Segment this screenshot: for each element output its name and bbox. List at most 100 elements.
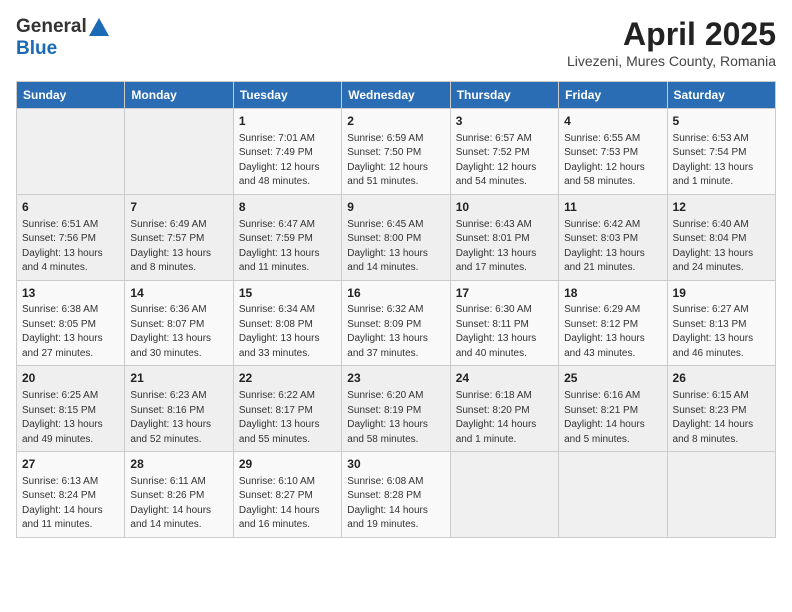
calendar-week-4: 20 Sunrise: 6:25 AM Sunset: 8:15 PM Dayli… (17, 366, 776, 452)
day-info: Sunrise: 6:08 AM Sunset: 8:28 PM Dayligh… (347, 475, 444, 533)
calendar-cell: 15Sunrise: 6:34 AM Sunset: 8:08 PM Dayli… (233, 280, 341, 366)
calendar-cell: 30Sunrise: 6:08 AM Sunset: 8:28 PM Dayli… (342, 452, 450, 538)
calendar-header: SundayMondayTuesdayWednesdayThursdayFrid… (17, 82, 776, 109)
calendar-cell: 29 Sunrise: 6:10 AM Sunset: 8:27 PM Dayli… (233, 452, 341, 538)
calendar-cell: 5 Sunrise: 6:53 AM Sunset: 7:54 PM Daylig… (667, 109, 775, 195)
calendar-cell: 10 Sunrise: 6:43 AM Sunset: 8:01 PM Dayli… (450, 194, 558, 280)
day-info: Sunrise: 6:59 AM Sunset: 7:50 PM Dayligh… (347, 132, 444, 190)
day-info: Sunrise: 6:36 AM Sunset: 8:07 PM Dayligh… (130, 303, 227, 361)
day-info: Sunrise: 6:40 AM Sunset: 8:04 PM Dayligh… (673, 218, 770, 276)
calendar-cell: 12 Sunrise: 6:40 AM Sunset: 8:04 PM Dayli… (667, 194, 775, 280)
calendar-cell: 9 Sunrise: 6:45 AM Sunset: 8:00 PM Daylig… (342, 194, 450, 280)
calendar-cell: 16Sunrise: 6:32 AM Sunset: 8:09 PM Dayli… (342, 280, 450, 366)
calendar-cell (17, 109, 125, 195)
calendar-cell: 14Sunrise: 6:36 AM Sunset: 8:07 PM Dayli… (125, 280, 233, 366)
day-info: Sunrise: 6:34 AM Sunset: 8:08 PM Dayligh… (239, 303, 336, 361)
day-number: 28 (130, 456, 227, 473)
calendar-cell: 24 Sunrise: 6:18 AM Sunset: 8:20 PM Dayli… (450, 366, 558, 452)
calendar-cell: 18Sunrise: 6:29 AM Sunset: 8:12 PM Dayli… (559, 280, 667, 366)
calendar-cell (559, 452, 667, 538)
day-header-saturday: Saturday (667, 82, 775, 109)
day-number: 20 (22, 370, 119, 387)
logo: General Blue (16, 16, 109, 60)
calendar-cell: 25 Sunrise: 6:16 AM Sunset: 8:21 PM Dayli… (559, 366, 667, 452)
calendar-cell: 1 Sunrise: 7:01 AM Sunset: 7:49 PM Daylig… (233, 109, 341, 195)
day-number: 16 (347, 285, 444, 302)
calendar-cell: 23 Sunrise: 6:20 AM Sunset: 8:19 PM Dayli… (342, 366, 450, 452)
day-number: 15 (239, 285, 336, 302)
day-number: 5 (673, 113, 770, 130)
day-info: Sunrise: 6:30 AM Sunset: 8:11 PM Dayligh… (456, 303, 553, 361)
calendar-cell: 19Sunrise: 6:27 AM Sunset: 8:13 PM Dayli… (667, 280, 775, 366)
day-number: 9 (347, 199, 444, 216)
day-number: 17 (456, 285, 553, 302)
calendar-week-3: 13Sunrise: 6:38 AM Sunset: 8:05 PM Dayli… (17, 280, 776, 366)
calendar-cell: 27Sunrise: 6:13 AM Sunset: 8:24 PM Dayli… (17, 452, 125, 538)
calendar-cell: 2 Sunrise: 6:59 AM Sunset: 7:50 PM Daylig… (342, 109, 450, 195)
day-info: Sunrise: 6:42 AM Sunset: 8:03 PM Dayligh… (564, 218, 661, 276)
calendar-cell: 13Sunrise: 6:38 AM Sunset: 8:05 PM Dayli… (17, 280, 125, 366)
day-number: 19 (673, 285, 770, 302)
calendar-cell: 21 Sunrise: 6:23 AM Sunset: 8:16 PM Dayli… (125, 366, 233, 452)
day-info: Sunrise: 6:43 AM Sunset: 8:01 PM Dayligh… (456, 218, 553, 276)
day-number: 23 (347, 370, 444, 387)
day-header-thursday: Thursday (450, 82, 558, 109)
calendar-cell (667, 452, 775, 538)
calendar-cell: 6Sunrise: 6:51 AM Sunset: 7:56 PM Daylig… (17, 194, 125, 280)
calendar-cell: 7Sunrise: 6:49 AM Sunset: 7:57 PM Daylig… (125, 194, 233, 280)
day-number: 26 (673, 370, 770, 387)
day-number: 2 (347, 113, 444, 130)
day-info: Sunrise: 6:16 AM Sunset: 8:21 PM Dayligh… (564, 389, 661, 447)
logo-icon (89, 18, 109, 36)
calendar-week-5: 27Sunrise: 6:13 AM Sunset: 8:24 PM Dayli… (17, 452, 776, 538)
day-info: Sunrise: 6:49 AM Sunset: 7:57 PM Dayligh… (130, 218, 227, 276)
day-info: Sunrise: 6:18 AM Sunset: 8:20 PM Dayligh… (456, 389, 553, 447)
day-info: Sunrise: 6:45 AM Sunset: 8:00 PM Dayligh… (347, 218, 444, 276)
day-number: 29 (239, 456, 336, 473)
calendar-cell (125, 109, 233, 195)
day-info: Sunrise: 6:11 AM Sunset: 8:26 PM Dayligh… (130, 475, 227, 533)
calendar-cell: 11Sunrise: 6:42 AM Sunset: 8:03 PM Dayli… (559, 194, 667, 280)
calendar-table: SundayMondayTuesdayWednesdayThursdayFrid… (16, 81, 776, 538)
day-info: Sunrise: 6:15 AM Sunset: 8:23 PM Dayligh… (673, 389, 770, 447)
logo-general-text: General (16, 16, 87, 38)
logo-blue-text: Blue (16, 38, 57, 59)
day-number: 1 (239, 113, 336, 130)
day-info: Sunrise: 6:53 AM Sunset: 7:54 PM Dayligh… (673, 132, 770, 190)
day-info: Sunrise: 6:10 AM Sunset: 8:27 PM Dayligh… (239, 475, 336, 533)
calendar-cell: 3 Sunrise: 6:57 AM Sunset: 7:52 PM Daylig… (450, 109, 558, 195)
day-info: Sunrise: 6:22 AM Sunset: 8:17 PM Dayligh… (239, 389, 336, 447)
day-header-tuesday: Tuesday (233, 82, 341, 109)
day-number: 21 (130, 370, 227, 387)
day-info: Sunrise: 6:23 AM Sunset: 8:16 PM Dayligh… (130, 389, 227, 447)
day-number: 3 (456, 113, 553, 130)
calendar-cell (450, 452, 558, 538)
day-info: Sunrise: 6:57 AM Sunset: 7:52 PM Dayligh… (456, 132, 553, 190)
title-block: April 2025 Livezeni, Mures County, Roman… (567, 16, 776, 69)
day-header-friday: Friday (559, 82, 667, 109)
day-info: Sunrise: 6:55 AM Sunset: 7:53 PM Dayligh… (564, 132, 661, 190)
calendar-cell: 28 Sunrise: 6:11 AM Sunset: 8:26 PM Dayli… (125, 452, 233, 538)
calendar-cell: 26 Sunrise: 6:15 AM Sunset: 8:23 PM Dayli… (667, 366, 775, 452)
calendar-cell: 22 Sunrise: 6:22 AM Sunset: 8:17 PM Dayli… (233, 366, 341, 452)
day-number: 12 (673, 199, 770, 216)
day-info: Sunrise: 6:51 AM Sunset: 7:56 PM Dayligh… (22, 218, 119, 276)
day-info: Sunrise: 6:13 AM Sunset: 8:24 PM Dayligh… (22, 475, 119, 533)
day-info: Sunrise: 6:27 AM Sunset: 8:13 PM Dayligh… (673, 303, 770, 361)
day-number: 10 (456, 199, 553, 216)
day-number: 13 (22, 285, 119, 302)
day-number: 18 (564, 285, 661, 302)
day-number: 22 (239, 370, 336, 387)
day-info: Sunrise: 6:47 AM Sunset: 7:59 PM Dayligh… (239, 218, 336, 276)
day-info: Sunrise: 7:01 AM Sunset: 7:49 PM Dayligh… (239, 132, 336, 190)
day-info: Sunrise: 6:25 AM Sunset: 8:15 PM Dayligh… (22, 389, 119, 447)
day-number: 25 (564, 370, 661, 387)
day-header-wednesday: Wednesday (342, 82, 450, 109)
calendar-week-2: 6Sunrise: 6:51 AM Sunset: 7:56 PM Daylig… (17, 194, 776, 280)
day-info: Sunrise: 6:20 AM Sunset: 8:19 PM Dayligh… (347, 389, 444, 447)
location: Livezeni, Mures County, Romania (567, 53, 776, 69)
day-number: 8 (239, 199, 336, 216)
day-number: 4 (564, 113, 661, 130)
day-info: Sunrise: 6:32 AM Sunset: 8:09 PM Dayligh… (347, 303, 444, 361)
day-number: 24 (456, 370, 553, 387)
